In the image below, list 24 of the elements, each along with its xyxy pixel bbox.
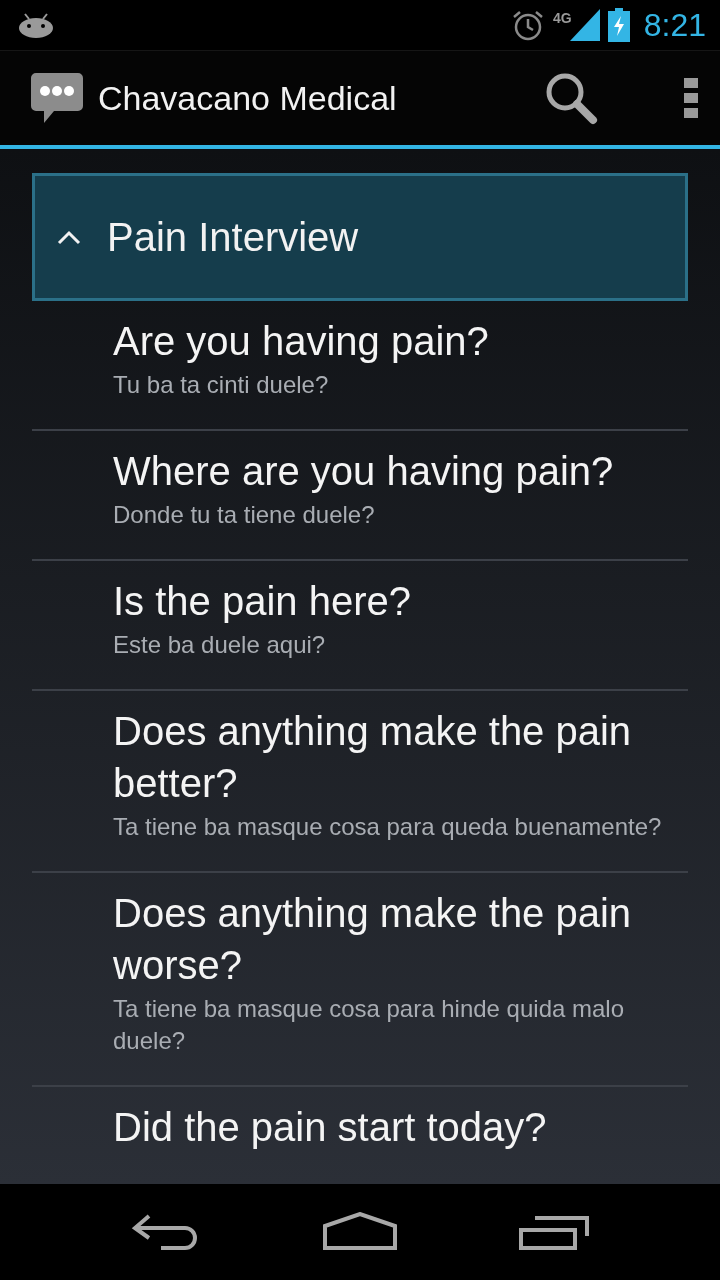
home-button[interactable] xyxy=(323,1212,397,1252)
battery-icon xyxy=(607,8,630,42)
phrase-english[interactable]: Does anything make the pain worse? xyxy=(113,887,688,991)
phrase-english[interactable]: Is the pain here? xyxy=(113,575,688,627)
phrase-translation: Ta tiene ba masque cosa para hinde quida malo duele? xyxy=(113,994,625,1056)
chat-bubble-icon xyxy=(30,71,84,125)
group-title: Pain Interview xyxy=(107,214,359,260)
phrase-translation: Tu ba ta cinti duele? xyxy=(113,370,330,400)
phrase-translation: Donde tu ta tiene duele? xyxy=(113,500,376,530)
network-type: 4G xyxy=(553,10,572,26)
phrase-english[interactable]: Are you having pain? xyxy=(113,315,688,367)
search-button[interactable] xyxy=(544,71,598,125)
phrase-translation: Este ba duele aqui? xyxy=(113,630,327,660)
phrase-english[interactable]: Does anything make the pain better? xyxy=(113,705,688,809)
chevron-up-icon xyxy=(57,229,81,245)
phrase-translation: Ta tiene ba masque cosa para queda buenamente? xyxy=(113,812,663,842)
clock-time: 8:21 xyxy=(643,6,706,44)
group-header[interactable]: Pain Interview xyxy=(32,173,688,301)
signal-icon xyxy=(569,9,600,41)
app-title: Chavacano Medical xyxy=(98,78,398,118)
android-icon xyxy=(18,12,54,38)
overflow-menu-button[interactable] xyxy=(684,78,698,118)
phrase-english[interactable]: Did the pain start today? xyxy=(113,1101,688,1153)
phrase-english[interactable]: Where are you having pain? xyxy=(113,445,688,497)
